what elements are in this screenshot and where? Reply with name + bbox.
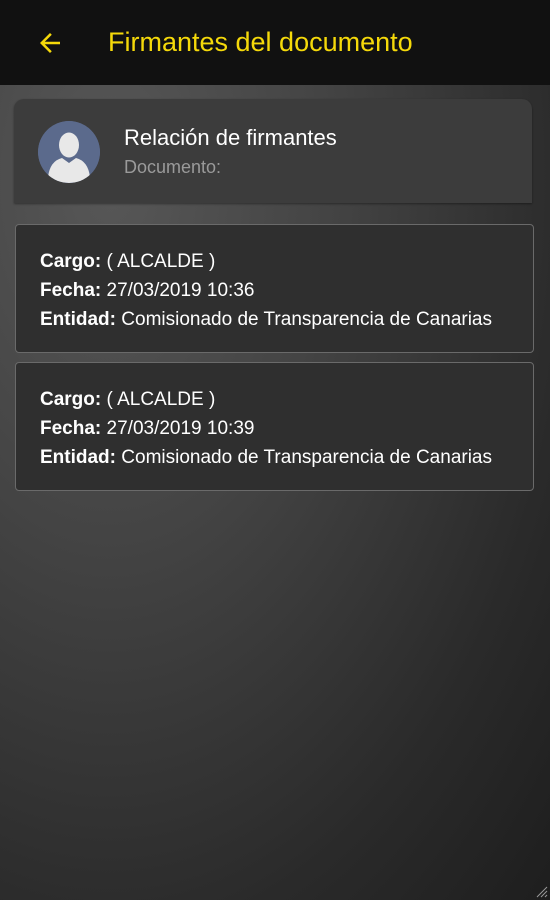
avatar xyxy=(38,121,100,183)
cargo-value: ( ALCALDE ) xyxy=(106,251,216,272)
entidad-label: Entidad: xyxy=(40,309,116,330)
user-silhouette-icon xyxy=(38,121,100,183)
cargo-value: ( ALCALDE ) xyxy=(106,389,216,410)
fecha-row: Fecha: 27/03/2019 10:36 xyxy=(40,276,509,305)
resize-handle-icon[interactable] xyxy=(534,884,548,898)
cargo-row: Cargo: ( ALCALDE ) xyxy=(40,385,509,414)
entidad-label: Entidad: xyxy=(40,447,116,468)
cargo-label: Cargo: xyxy=(40,251,102,272)
cargo-row: Cargo: ( ALCALDE ) xyxy=(40,247,509,276)
page-title: Firmantes del documento xyxy=(108,27,413,57)
signer-card[interactable]: Cargo: ( ALCALDE ) Fecha: 27/03/2019 10:… xyxy=(15,224,534,353)
fecha-value: 27/03/2019 10:36 xyxy=(106,280,255,301)
fecha-label: Fecha: xyxy=(40,280,102,301)
back-button[interactable] xyxy=(20,13,80,73)
card-title: Relación de firmantes xyxy=(124,125,337,150)
fecha-label: Fecha: xyxy=(40,418,102,439)
arrow-left-icon xyxy=(40,32,60,53)
signers-list: Cargo: ( ALCALDE ) Fecha: 27/03/2019 10:… xyxy=(15,224,534,500)
document-label: Documento: xyxy=(124,157,222,177)
fecha-value: 27/03/2019 10:39 xyxy=(106,418,255,439)
signers-header-card: Relación de firmantes Documento: xyxy=(14,99,532,203)
entidad-value: Comisionado de Transparencia de Canarias xyxy=(121,309,492,330)
entidad-row: Entidad: Comisionado de Transparencia de… xyxy=(40,305,509,334)
entidad-value: Comisionado de Transparencia de Canarias xyxy=(121,447,492,468)
fecha-row: Fecha: 27/03/2019 10:39 xyxy=(40,414,509,443)
cargo-label: Cargo: xyxy=(40,389,102,410)
signer-card[interactable]: Cargo: ( ALCALDE ) Fecha: 27/03/2019 10:… xyxy=(15,362,534,491)
entidad-row: Entidad: Comisionado de Transparencia de… xyxy=(40,443,509,472)
top-app-bar: Firmantes del documento xyxy=(0,0,550,85)
